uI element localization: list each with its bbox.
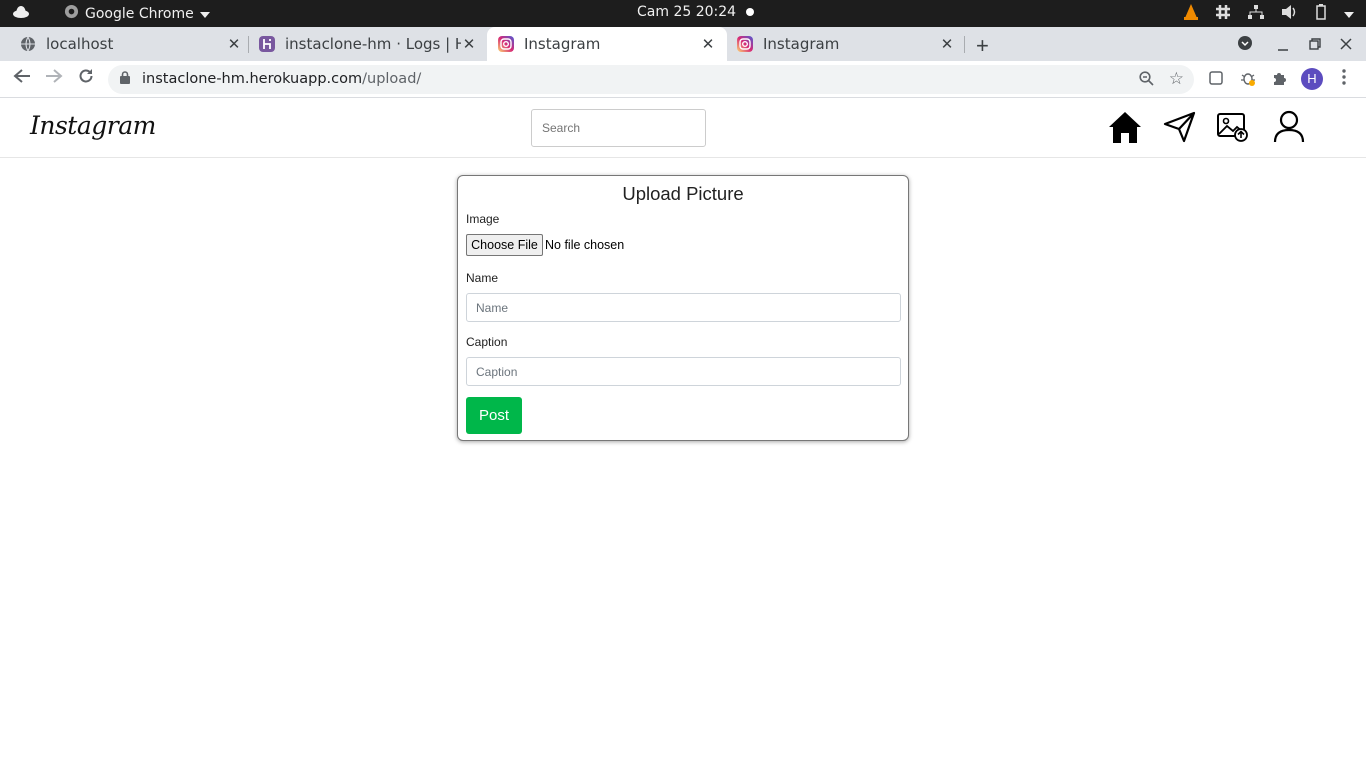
caption-label: Caption: [466, 335, 508, 349]
send-icon[interactable]: [1163, 109, 1197, 145]
name-input[interactable]: [466, 293, 901, 322]
home-icon[interactable]: [1108, 109, 1142, 145]
power-menu-chevron-icon[interactable]: [1344, 6, 1354, 22]
site-navbar: Instagram: [0, 99, 1366, 158]
system-tray[interactable]: [1184, 4, 1354, 24]
choose-file-button[interactable]: Choose File: [466, 234, 543, 256]
tab-title: Instagram: [524, 35, 601, 53]
bookmark-star-icon[interactable]: ☆: [1169, 69, 1184, 89]
caption-input[interactable]: [466, 357, 901, 386]
instagram-icon: [498, 36, 514, 52]
page-content: Instagram Upload Picture Image Choose Fi…: [0, 99, 1366, 768]
clock-text: Cam 25 20:24: [637, 4, 737, 20]
extension-square-icon[interactable]: [1209, 71, 1223, 90]
globe-icon: [20, 36, 36, 52]
tab-localhost[interactable]: localhost ✕: [20, 27, 242, 61]
battery-icon[interactable]: [1316, 4, 1326, 24]
upload-form-card: Upload Picture Image Choose File No file…: [457, 175, 909, 441]
name-label: Name: [466, 271, 499, 285]
tab-separator: [964, 36, 965, 53]
tab-separator: [248, 36, 249, 53]
minimize-icon[interactable]: [1277, 38, 1289, 54]
vlc-icon[interactable]: [1184, 4, 1198, 24]
url-text[interactable]: instaclone-hm.herokuapp.com/upload/: [142, 71, 421, 87]
app-name: Google Chrome: [85, 5, 194, 22]
chrome-icon: [64, 4, 79, 23]
browser-toolbar: instaclone-hm.herokuapp.com/upload/ ☆: [0, 61, 1366, 98]
search-input[interactable]: [531, 109, 706, 147]
network-icon[interactable]: [1248, 5, 1264, 23]
close-tab-icon[interactable]: ✕: [939, 35, 955, 53]
bug-extension-icon[interactable]: [1240, 70, 1256, 91]
chevron-down-icon: [199, 6, 210, 22]
chrome-menu-icon[interactable]: [1342, 69, 1346, 90]
tab-title: localhost: [46, 35, 114, 53]
instagram-icon: [737, 36, 753, 52]
extensions-puzzle-icon[interactable]: [1272, 71, 1287, 91]
profile-avatar[interactable]: H: [1301, 68, 1323, 90]
tab-title: instaclone-hm · Logs | Her: [285, 35, 461, 53]
profile-icon[interactable]: [1272, 109, 1306, 145]
notification-dot: [746, 8, 755, 16]
url-path: /upload/: [362, 71, 422, 87]
app-menu[interactable]: Google Chrome: [64, 4, 210, 23]
url-host: instaclone-hm.herokuapp.com: [142, 71, 363, 87]
tab-search-icon[interactable]: [1238, 36, 1252, 53]
new-tab-button[interactable]: +: [976, 33, 989, 59]
zoom-icon[interactable]: [1139, 71, 1154, 90]
restore-icon[interactable]: [1309, 37, 1321, 53]
tab-heroku-logs[interactable]: instaclone-hm · Logs | Her ✕: [259, 27, 477, 61]
close-tab-icon[interactable]: ✕: [461, 35, 477, 53]
reload-icon[interactable]: [78, 68, 94, 89]
image-label: Image: [466, 212, 500, 226]
activities-icon[interactable]: [12, 5, 30, 23]
forward-arrow-icon[interactable]: [45, 68, 63, 89]
no-file-text: No file chosen: [545, 238, 625, 252]
heroku-icon: [259, 36, 275, 52]
post-button[interactable]: Post: [466, 397, 522, 434]
volume-icon[interactable]: [1282, 5, 1298, 23]
close-window-icon[interactable]: [1340, 37, 1352, 53]
back-arrow-icon[interactable]: [13, 68, 31, 89]
lock-icon[interactable]: [120, 71, 130, 84]
slack-icon[interactable]: [1216, 5, 1230, 23]
site-logo[interactable]: Instagram: [30, 111, 156, 140]
system-top-bar: Google Chrome Cam 25 20:24: [0, 0, 1366, 27]
tab-instagram[interactable]: Instagram ✕: [737, 27, 955, 61]
form-title: Upload Picture: [622, 183, 744, 204]
clock[interactable]: Cam 25 20:24: [637, 4, 755, 20]
address-bar[interactable]: instaclone-hm.herokuapp.com/upload/ ☆: [108, 65, 1194, 94]
close-tab-icon[interactable]: ✕: [700, 35, 716, 53]
tab-strip: localhost ✕ instaclone-hm · Logs | Her ✕…: [0, 27, 1366, 61]
tab-instagram-active[interactable]: Instagram ✕: [487, 27, 727, 61]
upload-image-icon[interactable]: [1216, 109, 1250, 145]
tab-title: Instagram: [763, 35, 840, 53]
close-tab-icon[interactable]: ✕: [226, 35, 242, 53]
